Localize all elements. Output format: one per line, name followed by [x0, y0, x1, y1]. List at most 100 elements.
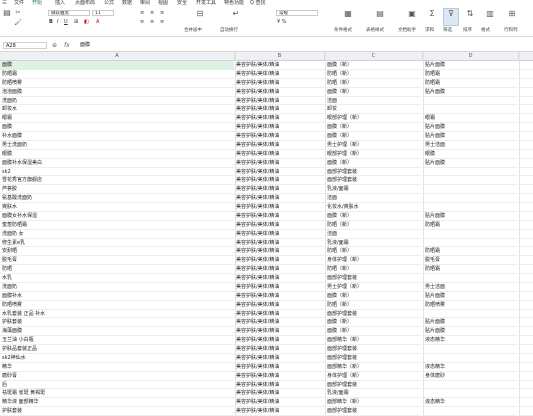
cell-a[interactable]: 祛斑霜 雀斑 黄褐斑 [0, 389, 234, 398]
cell-d[interactable]: 眼霜 [425, 114, 515, 123]
cell-b[interactable]: 美容护肤/美体/精油 [236, 327, 324, 336]
cell-c[interactable]: 防晒（新） [327, 221, 421, 230]
cell-b[interactable]: 美容护肤/美体/精油 [236, 168, 324, 177]
cell-d[interactable] [425, 230, 515, 239]
cell-a[interactable]: 防晒喷雾 [0, 79, 234, 88]
cell-d[interactable] [425, 105, 515, 114]
cell-b[interactable]: 美容护肤/美体/精油 [236, 265, 324, 274]
cell-b[interactable]: 美容护肤/美体/精油 [236, 70, 324, 79]
cell-c[interactable]: 男士护理（新） [327, 141, 421, 150]
cell-c[interactable]: 面膜（新） [327, 159, 421, 168]
align-bottom-icon[interactable]: ≡ [160, 10, 164, 17]
cell-c[interactable]: 面部护理套装 [327, 274, 421, 283]
cell-b[interactable]: 美容护肤/美体/精油 [236, 274, 324, 283]
cell-b[interactable]: 美容护肤/美体/精油 [236, 283, 324, 292]
cell-a[interactable]: 精华 [0, 363, 234, 372]
cell-d[interactable]: 防晒霜 [425, 247, 515, 256]
cell-c[interactable]: 面膜（新） [327, 327, 421, 336]
cell-d[interactable]: 眼膜 [425, 150, 515, 159]
cell-c[interactable]: 洁面 [327, 194, 421, 203]
cell-d[interactable]: 液态精华 [425, 336, 515, 345]
cell-b[interactable]: 美容护肤/美体/精油 [236, 221, 324, 230]
rows-columns-icon[interactable]: ⊞ [504, 9, 520, 19]
cell-d[interactable]: 身体磨砂 [425, 372, 515, 381]
cell-d[interactable]: 贴片面膜 [425, 61, 515, 70]
cell-a[interactable]: 雪花秀官方旗舰店 [0, 176, 234, 185]
cell-a[interactable]: 精华液 面部精华 [0, 398, 234, 407]
cell-c[interactable]: 面膜（新） [327, 292, 421, 301]
cell-c[interactable]: 乳液/面霜 [327, 239, 421, 248]
column-header-a[interactable]: A [0, 52, 235, 60]
cell-b[interactable]: 美容护肤/美体/精油 [236, 159, 324, 168]
cell-b[interactable]: 美容护肤/美体/精油 [236, 372, 324, 381]
cell-d[interactable] [425, 203, 515, 212]
cell-c[interactable]: 面部护理套装 [327, 345, 421, 354]
cell-b[interactable]: 美容护肤/美体/精油 [236, 203, 324, 212]
rows-columns-button[interactable]: 行和列 [504, 28, 518, 33]
cell-a[interactable]: 面膜补水保湿美白 [0, 159, 234, 168]
cell-b[interactable]: 美容护肤/美体/精油 [236, 310, 324, 319]
cell-a[interactable]: sk2 [0, 168, 234, 177]
cell-c[interactable]: 面部护理套装 [327, 354, 421, 363]
table-style-icon[interactable]: ▤ [372, 9, 388, 19]
cell-c[interactable]: 化妆水/爽肤水 [327, 203, 421, 212]
document-assistant-button[interactable]: 文档助手 [398, 28, 416, 33]
cell-b[interactable]: 美容护肤/美体/精油 [236, 194, 324, 203]
cell-d[interactable] [425, 185, 515, 194]
cell-b[interactable]: 美容护肤/美体/精油 [236, 398, 324, 407]
cell-b[interactable]: 美容护肤/美体/精油 [236, 256, 324, 265]
wrap-text-icon[interactable]: ↵ [226, 9, 246, 19]
cell-c[interactable]: 洁面 [327, 230, 421, 239]
cell-d[interactable] [425, 176, 515, 185]
cell-a[interactable]: sk2神仙水 [0, 354, 234, 363]
align-left-icon[interactable]: ≡ [140, 19, 144, 26]
cell-d[interactable] [425, 310, 515, 319]
cell-a[interactable]: 补水面膜 [0, 132, 234, 141]
cell-b[interactable]: 美容护肤/美体/精油 [236, 123, 324, 132]
cell-a[interactable]: 水乳套装 正品 补水 [0, 310, 234, 319]
column-header-d[interactable]: D [423, 52, 519, 60]
cell-c[interactable]: 眼部护理（新） [327, 114, 421, 123]
cell-a[interactable]: 面膜 [0, 123, 234, 132]
cell-c[interactable]: 面膜（新） [327, 88, 421, 97]
cell-c[interactable]: 防晒（新） [327, 70, 421, 79]
cell-a[interactable]: 海藻面膜 [0, 327, 234, 336]
cell-d[interactable]: 贴片面膜 [425, 212, 515, 221]
format-painter-icon[interactable]: 🖌 [14, 18, 22, 28]
cell-a[interactable]: 玉兰油 小白瓶 [0, 336, 234, 345]
sort-button[interactable]: 排序 [463, 28, 472, 33]
cell-c[interactable]: 面部护理套装 [327, 168, 421, 177]
cell-c[interactable]: 面部护理套装 [327, 176, 421, 185]
cell-b[interactable]: 美容护肤/美体/精油 [236, 88, 324, 97]
cell-c[interactable]: 防晒（新） [327, 301, 421, 310]
cell-a[interactable]: 爽肤水 [0, 203, 234, 212]
wrap-text-button[interactable]: 自动换行 [220, 28, 238, 33]
cell-a[interactable]: 护肤套装 [0, 407, 234, 416]
cell-a[interactable]: 卸妆水 [0, 105, 234, 114]
cell-a[interactable]: 防晒霜 [0, 70, 234, 79]
align-center-icon[interactable]: ≡ [150, 19, 154, 26]
sum-button[interactable]: 求和 [425, 28, 434, 33]
number-format-select[interactable]: 常规 [276, 10, 318, 16]
cell-a[interactable]: 泡泡面膜 [0, 88, 234, 97]
cell-a[interactable]: 后 [0, 381, 234, 390]
cell-c[interactable]: 面膜（新） [327, 318, 421, 327]
cell-b[interactable]: 美容护肤/美体/精油 [236, 363, 324, 372]
sort-icon[interactable]: ⇅ [462, 9, 478, 19]
cell-c[interactable]: 面部护理套装 [327, 407, 421, 416]
cell-a[interactable]: 洗面奶 女 [0, 230, 234, 239]
format-icon[interactable]: ▥ [482, 9, 498, 19]
cell-c[interactable]: 面部护理套装 [327, 310, 421, 319]
merge-center-icon[interactable]: ⊟ [190, 9, 210, 19]
cell-d[interactable] [425, 194, 515, 203]
cut-icon[interactable]: ✂ [14, 8, 22, 18]
cell-d[interactable]: 男士洁面 [425, 283, 515, 292]
cell-d[interactable]: 贴片面膜 [425, 327, 515, 336]
cell-d[interactable]: 液态精华 [425, 398, 515, 407]
cell-b[interactable]: 美容护肤/美体/精油 [236, 141, 324, 150]
currency-icon[interactable]: ¥ % [277, 19, 287, 26]
cell-a[interactable]: 面膜女补水保湿 [0, 212, 234, 221]
cell-c[interactable]: 身体护理（新） [327, 256, 421, 265]
cell-d[interactable]: 贴片面膜 [425, 132, 515, 141]
cell-d[interactable] [425, 381, 515, 390]
